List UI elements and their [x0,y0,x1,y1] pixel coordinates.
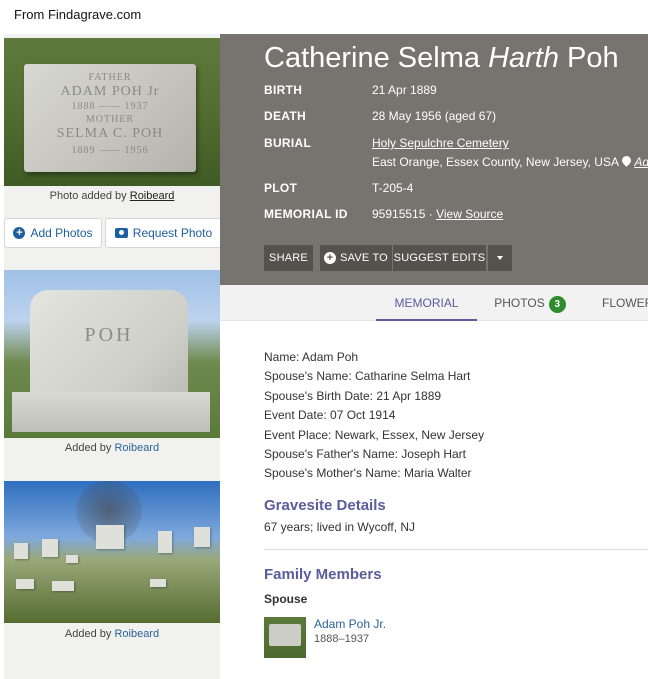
grave-marker [14,543,28,559]
spouse-label: Spouse [264,592,308,606]
detail-line: Event Place: Newark, Essex, New Jersey [264,428,485,442]
tab-flowers[interactable]: FLOWER [602,285,648,321]
grave-marker [66,555,78,563]
photo3-caption: Added by Roibeard [4,628,220,640]
detail-line: Name: Adam Poh [264,350,359,364]
family-heading: Family Members [264,566,382,583]
grave-marker [42,539,58,557]
burial-location: East Orange, Essex County, New Jersey, U… [372,155,648,169]
caret-down-icon [497,256,503,260]
photos-count-badge: 3 [548,296,566,313]
request-photo-label: Request Photo [132,226,213,240]
detail-line: Spouse's Name: Catharine Selma Hart [264,369,471,383]
engraving-line: 1889 —— 1956 [71,145,149,156]
burial-label: BURIAL [264,136,312,150]
grave-marker [96,525,124,549]
detail-line: Spouse's Father's Name: Joseph Hart [264,447,467,461]
view-source-link[interactable]: View Source [436,207,503,221]
add-gps-link[interactable]: Add [634,155,648,169]
source-label: From Findagrave.com [14,7,142,22]
more-actions-button[interactable] [488,245,512,271]
spouse-thumbnail[interactable] [264,617,306,658]
tab-memorial[interactable]: MEMORIAL [376,285,477,321]
photo-uploader-link[interactable]: Roibeard [114,442,159,454]
grave-marker [16,579,34,589]
memorial-id-label: MEMORIAL ID [264,207,348,221]
add-photos-label: Add Photos [30,226,93,240]
map-pin-icon[interactable] [622,156,631,167]
camera-icon [114,228,128,238]
birth-value: 21 Apr 1889 [372,83,437,97]
memorial-id-value: 95915515 · View Source [372,207,503,221]
monument-text: POH [84,324,134,346]
grave-marker [158,531,172,553]
name-last: Poh [567,42,619,74]
suggest-edits-button[interactable]: SUGGEST EDITS [393,245,486,271]
engraving-line: MOTHER [85,114,135,125]
plot-value: T-205-4 [372,181,414,195]
add-photos-button[interactable]: + Add Photos [4,218,102,248]
headstone-photo-2[interactable]: POH [4,270,220,438]
engraving-line: ADAM POH Jr [60,84,160,99]
plus-circle-icon: + [13,227,26,239]
photo-uploader-link[interactable]: Roibeard [130,190,175,202]
memorial-name: Catherine Selma Harth Poh [264,42,619,75]
birth-label: BIRTH [264,83,303,97]
memorial-id-number: 95915515 [372,207,426,221]
detail-line: Spouse's Birth Date: 21 Apr 1889 [264,389,442,403]
poh-monument-image: POH [30,290,188,398]
cemetery-photo-3[interactable] [4,481,220,623]
headstone-image: FATHER ADAM POH Jr 1888 —— 1937 MOTHER S… [24,64,196,172]
caption-prefix: Added by [64,442,112,454]
plus-circle-icon: + [324,252,337,264]
cemetery-link[interactable]: Holy Sepulchre Cemetery [372,136,509,150]
memorial-tabs: MEMORIAL PHOTOS3 FLOWER [220,285,648,321]
grave-marker [194,527,210,547]
separator: · [425,207,437,221]
engraving-line: SELMA C. POH [56,126,164,141]
main-photo-caption: Photo added by Roibeard [4,190,220,202]
caption-prefix: Photo added by [49,190,127,202]
monument-base [12,392,210,432]
grave-marker [150,579,166,587]
grave-marker [52,581,74,591]
name-first: Catherine Selma [264,42,480,74]
name-maiden: Harth [488,42,559,74]
save-to-label: SAVE TO [340,252,388,264]
photo-buttons: + Add Photos Request Photo [4,218,222,248]
tab-photos-label: PHOTOS [494,296,545,310]
tab-photos[interactable]: PHOTOS 3 [490,285,570,321]
gravesite-text: 67 years; lived in Wycoff, NJ [264,520,416,534]
spouse-dates: 1888–1937 [314,633,370,645]
main-headstone-photo[interactable]: FATHER ADAM POH Jr 1888 —— 1937 MOTHER S… [4,38,220,186]
thumbnail-headstone [269,624,301,646]
detail-line: Event Date: 07 Oct 1914 [264,408,396,422]
request-photo-button[interactable]: Request Photo [105,218,222,248]
plot-label: PLOT [264,181,298,195]
caption-prefix: Added by [64,628,112,640]
burial-location-text: East Orange, Essex County, New Jersey, U… [372,155,619,169]
photo2-caption: Added by Roibeard [4,442,220,454]
engraving-line: FATHER [88,72,132,83]
section-divider [264,549,648,550]
save-to-button[interactable]: + SAVE TO [320,245,392,271]
spouse-name-link[interactable]: Adam Poh Jr. [314,617,386,631]
death-value: 28 May 1956 (aged 67) [372,109,497,123]
share-button[interactable]: SHARE [264,245,313,271]
death-label: DEATH [264,109,306,123]
engraving-line: 1888 —— 1937 [71,101,149,112]
gravesite-heading: Gravesite Details [264,497,386,514]
photo-uploader-link[interactable]: Roibeard [114,628,159,640]
detail-line: Spouse's Mother's Name: Maria Walter [264,466,472,480]
